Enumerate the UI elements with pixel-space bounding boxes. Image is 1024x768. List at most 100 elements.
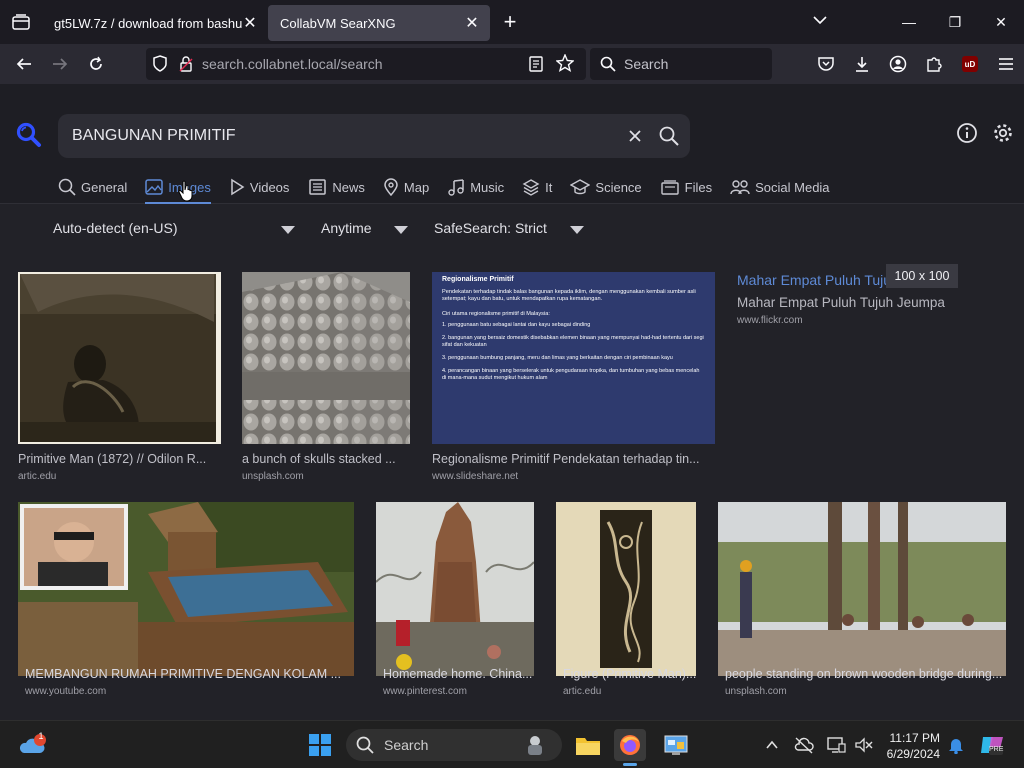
search-query-box[interactable]: BANGUNAN PRIMITIF <box>58 114 690 158</box>
reader-view-icon[interactable] <box>528 55 544 78</box>
mouse-pointer <box>178 180 196 207</box>
result-caption[interactable]: a bunch of skulls stacked ... <box>242 452 408 466</box>
hand-cursor-icon <box>178 180 193 202</box>
url-bar[interactable]: search.collabnet.local/search <box>146 48 586 80</box>
tab-science[interactable]: Science <box>570 176 642 198</box>
taskbar-search[interactable]: Search <box>346 729 562 761</box>
tab-searxng[interactable]: CollabVM SearXNG ✕ <box>268 5 490 41</box>
image-result[interactable]: Homemade home. China... www.pinterest.co… <box>376 502 536 702</box>
show-hidden-icons-button[interactable] <box>758 729 786 761</box>
copilot-button[interactable]: PRE <box>976 729 1008 761</box>
tab-social-media[interactable]: Social Media <box>730 176 830 198</box>
image-result[interactable]: a bunch of skulls stacked ... unsplash.c… <box>242 272 412 484</box>
tab-news[interactable]: News <box>307 176 365 198</box>
tab-label: Social Media <box>755 179 830 195</box>
control-panel-button[interactable] <box>660 729 692 761</box>
firefox-button[interactable] <box>614 729 646 766</box>
time-range-select[interactable]: Anytime <box>321 220 408 236</box>
network-tray-icon[interactable] <box>790 729 818 761</box>
ublock-button[interactable]: uD <box>952 44 988 84</box>
system-clock[interactable]: 11:17 PM 6/29/2024 <box>887 730 940 762</box>
search-filters: Auto-detect (en-US) Anytime SafeSearch: … <box>53 220 993 240</box>
language-select[interactable]: Auto-detect (en-US) <box>53 220 295 236</box>
submit-search-button[interactable] <box>652 126 686 146</box>
close-window-button[interactable]: ✕ <box>978 0 1024 44</box>
result-caption[interactable]: people standing on brown wooden bridge d… <box>725 667 1010 681</box>
dropdown-arrow-icon <box>394 226 408 234</box>
result-thumbnail[interactable] <box>376 502 534 676</box>
graduation-cap-icon <box>570 179 591 195</box>
bookmark-star-icon[interactable] <box>555 53 575 77</box>
tab-it[interactable]: It <box>522 176 552 198</box>
shield-icon[interactable] <box>152 55 168 73</box>
tab-download[interactable]: gt5LW.7z / download from bashupl ✕ <box>42 5 268 41</box>
result-caption[interactable]: Regionalisme Primitif Pendekatan terhada… <box>432 452 714 466</box>
minimize-button[interactable]: — <box>886 0 932 44</box>
result-thumbnail[interactable] <box>718 502 1006 676</box>
featured-result[interactable]: Mahar Empat Puluh Tujuh Jeumpa Mahar Emp… <box>737 272 1007 332</box>
result-caption[interactable]: MEMBANGUN RUMAH PRIMITIVE DENGAN KOLAM .… <box>25 667 357 681</box>
volume-tray-icon[interactable] <box>850 729 878 761</box>
slide-item: 4. perancangan binaan yang berselerak un… <box>442 368 700 381</box>
browser-search-box[interactable]: Search <box>590 48 772 80</box>
image-result[interactable]: Primitive Man (1872) // Odilon R... arti… <box>18 272 222 484</box>
image-result[interactable]: Figure (Primitive Man)... artic.edu <box>556 502 698 702</box>
new-tab-button[interactable]: + <box>490 9 530 35</box>
tab-general[interactable]: General <box>58 176 127 198</box>
search-input[interactable]: BANGUNAN PRIMITIF <box>72 127 618 145</box>
forward-button[interactable] <box>42 48 78 80</box>
featured-subtitle: Mahar Empat Puluh Tujuh Jeumpa <box>737 295 945 310</box>
close-tab-icon[interactable]: ✕ <box>464 13 480 33</box>
tab-files[interactable]: Files <box>660 176 712 198</box>
tab-label: CollabVM SearXNG <box>280 15 396 31</box>
result-thumbnail[interactable] <box>242 272 410 444</box>
extensions-button[interactable] <box>916 44 952 84</box>
result-caption[interactable]: Primitive Man (1872) // Odilon R... <box>18 452 218 466</box>
result-caption[interactable]: Homemade home. China... <box>383 667 533 681</box>
list-all-tabs-button[interactable] <box>812 12 828 33</box>
result-thumbnail[interactable] <box>556 502 696 676</box>
display-tray-icon[interactable] <box>822 729 850 761</box>
tab-music[interactable]: Music <box>447 176 504 198</box>
language-select-value: Auto-detect (en-US) <box>53 220 178 236</box>
image-result[interactable]: Regionalisme Primitif Pendekatan terhada… <box>432 272 716 484</box>
image-result[interactable]: people standing on brown wooden bridge d… <box>718 502 1008 702</box>
slide-item: 3. penggunaan bumbung panjang, meru dan … <box>442 355 673 361</box>
tab-videos[interactable]: Videos <box>229 176 289 198</box>
tab-list-button[interactable] <box>0 0 42 44</box>
back-button[interactable] <box>6 48 42 80</box>
people-icon <box>730 180 750 195</box>
pocket-button[interactable] <box>808 44 844 84</box>
reload-button[interactable] <box>78 48 114 80</box>
url-text[interactable]: search.collabnet.local/search <box>202 56 383 72</box>
play-icon <box>231 178 245 196</box>
music-note-icon <box>448 179 464 196</box>
result-thumbnail[interactable]: Regionalisme Primitif Pendekatan terhada… <box>432 272 715 444</box>
app-menu-button[interactable] <box>988 44 1024 84</box>
tab-map[interactable]: Map <box>383 176 429 198</box>
result-thumbnail[interactable] <box>18 272 221 444</box>
searxng-logo[interactable] <box>16 122 42 153</box>
preferences-button[interactable] <box>992 122 1014 149</box>
about-button[interactable] <box>956 122 978 149</box>
start-button[interactable] <box>304 729 336 761</box>
taskbar-search-label: Search <box>384 737 429 753</box>
notifications-button[interactable] <box>944 729 968 761</box>
tab-label: Map <box>403 179 430 195</box>
image-result[interactable]: MEMBANGUN RUMAH PRIMITIVE DENGAN KOLAM .… <box>18 502 356 702</box>
active-app-indicator <box>623 763 637 766</box>
close-tab-icon[interactable]: ✕ <box>242 13 258 33</box>
file-explorer-button[interactable] <box>572 729 604 761</box>
copilot-icon <box>981 737 1003 755</box>
result-caption[interactable]: Figure (Primitive Man)... <box>563 667 697 681</box>
lock-icon[interactable] <box>178 55 194 73</box>
clear-search-button[interactable] <box>618 129 652 143</box>
download-icon <box>856 57 868 72</box>
downloads-button[interactable] <box>844 44 880 84</box>
maximize-button[interactable]: ❐ <box>932 0 978 44</box>
result-thumbnail[interactable] <box>18 502 354 676</box>
weather-widget[interactable]: 1 <box>16 729 48 761</box>
safesearch-select[interactable]: SafeSearch: Strict <box>434 220 584 236</box>
account-button[interactable] <box>880 44 916 84</box>
image-size-tooltip: 100 x 100 <box>886 264 958 288</box>
